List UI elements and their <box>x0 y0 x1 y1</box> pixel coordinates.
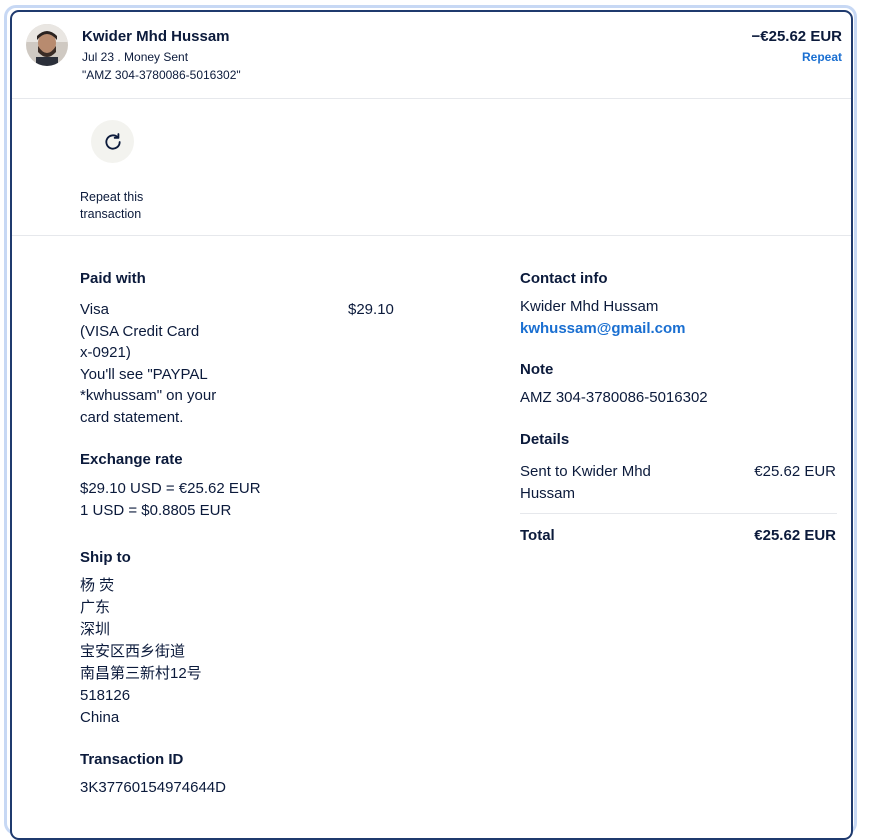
exchange-rate-title: Exchange rate <box>80 451 183 468</box>
contact-info-details: Kwider Mhd Hussam kwhussam@gmail.com <box>520 296 686 339</box>
repeat-link[interactable]: Repeat <box>802 50 842 64</box>
refresh-icon <box>104 132 121 150</box>
repeat-transaction-button[interactable] <box>91 120 134 163</box>
paid-with-title: Paid with <box>80 270 146 287</box>
exchange-rate-details: $29.10 USD = €25.62 EUR 1 USD = $0.8805 … <box>80 480 261 519</box>
avatar <box>26 24 68 66</box>
transaction-header[interactable]: Kwider Mhd Hussam Jul 23 . Money Sent "A… <box>12 12 851 99</box>
counterparty-name: Kwider Mhd Hussam <box>82 28 230 45</box>
ship-to-title: Ship to <box>80 549 131 566</box>
details-divider <box>520 513 837 514</box>
total-label: Total <box>520 527 555 544</box>
note-title: Note <box>520 361 554 378</box>
note-text: AMZ 304-3780086-5016302 <box>520 389 708 406</box>
transaction-card: Kwider Mhd Hussam Jul 23 . Money Sent "A… <box>10 10 853 840</box>
transaction-amount: −€25.62 EUR <box>751 28 842 45</box>
details-amount: €25.62 EUR <box>754 463 836 480</box>
paid-with-details: Visa (VISA Credit Card x-0921) You'll se… <box>80 301 217 426</box>
total-amount: €25.62 EUR <box>754 527 836 544</box>
details-title: Details <box>520 431 570 448</box>
repeat-transaction-label[interactable]: Repeat this transaction <box>80 189 170 223</box>
contact-name: Kwider Mhd Hussam <box>520 298 659 315</box>
contact-email-link[interactable]: kwhussam@gmail.com <box>520 318 686 340</box>
details-description: Sent to Kwider Mhd Hussam <box>520 463 651 502</box>
transaction-id-title: Transaction ID <box>80 751 184 768</box>
transaction-date-type: Jul 23 . Money Sent <box>82 50 189 64</box>
ship-to-address: 杨 荧 广东 深圳 宝安区西乡街道 南昌第三新村12号 518126 China <box>80 577 202 726</box>
transaction-id-value: 3K37760154974644D <box>80 779 226 796</box>
paid-with-amount: $29.10 <box>348 301 394 318</box>
contact-info-title: Contact info <box>520 270 608 287</box>
quick-actions: Repeat this transaction <box>12 99 851 236</box>
transaction-reference: "AMZ 304-3780086-5016302" <box>82 68 241 82</box>
